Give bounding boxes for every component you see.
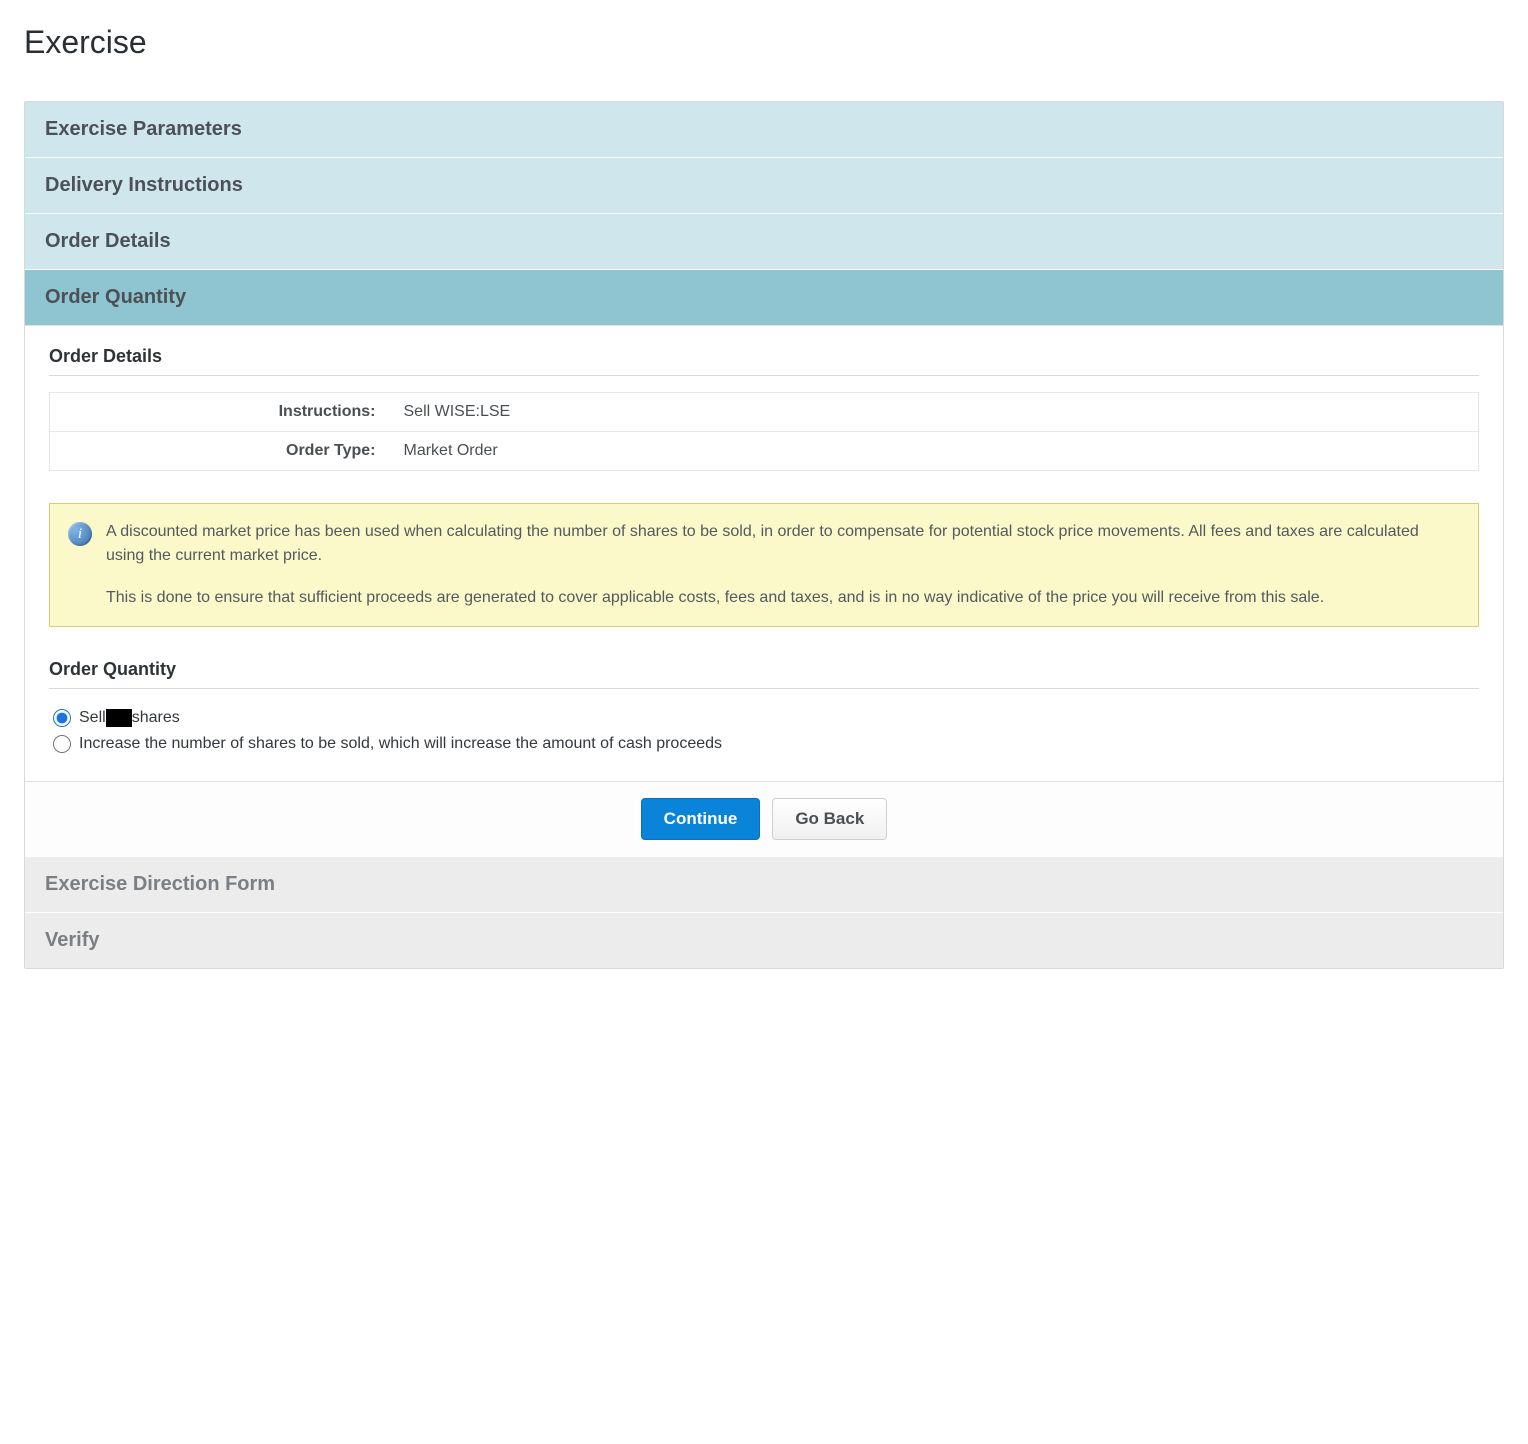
- accordion-exercise-parameters[interactable]: Exercise Parameters: [25, 102, 1503, 157]
- radio-increase-shares[interactable]: [53, 735, 71, 753]
- sell-suffix: shares: [132, 709, 180, 726]
- option-increase-label: Increase the number of shares to be sold…: [79, 735, 722, 753]
- order-quantity-options: Sell shares Increase the number of shares…: [49, 705, 1479, 757]
- order-details-table: Instructions: Sell WISE:LSE Order Type: …: [49, 392, 1479, 471]
- page-title: Exercise: [24, 24, 1504, 61]
- accordion-exercise-direction-form[interactable]: Exercise Direction Form: [25, 857, 1503, 912]
- option-sell-label: Sell shares: [79, 709, 180, 727]
- info-paragraph-2: This is done to ensure that sufficient p…: [106, 586, 1460, 610]
- go-back-button[interactable]: Go Back: [772, 798, 887, 840]
- order-quantity-body: Order Details Instructions: Sell WISE:LS…: [25, 325, 1503, 781]
- table-row: Order Type: Market Order: [50, 432, 1479, 471]
- exercise-wizard-panel: Exercise Parameters Delivery Instruction…: [24, 101, 1504, 969]
- option-increase-shares[interactable]: Increase the number of shares to be sold…: [49, 731, 1479, 757]
- instructions-label: Instructions:: [50, 393, 390, 432]
- table-row: Instructions: Sell WISE:LSE: [50, 393, 1479, 432]
- info-paragraph-1: A discounted market price has been used …: [106, 520, 1460, 568]
- info-icon: i: [68, 522, 92, 546]
- accordion-verify[interactable]: Verify: [25, 913, 1503, 968]
- order-type-label: Order Type:: [50, 432, 390, 471]
- accordion-order-quantity[interactable]: Order Quantity: [25, 270, 1503, 325]
- order-details-heading: Order Details: [49, 346, 1479, 376]
- sell-prefix: Sell: [79, 709, 106, 726]
- instructions-value: Sell WISE:LSE: [390, 393, 1479, 432]
- button-bar: Continue Go Back: [25, 781, 1503, 856]
- accordion-order-details[interactable]: Order Details: [25, 214, 1503, 269]
- accordion-delivery-instructions[interactable]: Delivery Instructions: [25, 158, 1503, 213]
- continue-button[interactable]: Continue: [641, 798, 761, 840]
- order-type-value: Market Order: [390, 432, 1479, 471]
- option-sell-shares[interactable]: Sell shares: [49, 705, 1479, 731]
- radio-sell-shares[interactable]: [53, 709, 71, 727]
- order-quantity-heading: Order Quantity: [49, 659, 1479, 689]
- info-text: A discounted market price has been used …: [106, 520, 1460, 610]
- info-callout: i A discounted market price has been use…: [49, 503, 1479, 627]
- redacted-share-count: [106, 709, 132, 727]
